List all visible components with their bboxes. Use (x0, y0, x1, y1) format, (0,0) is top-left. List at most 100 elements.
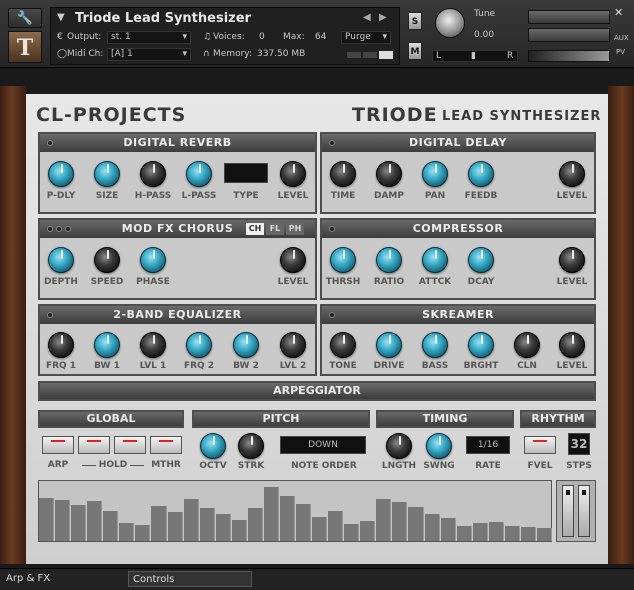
sequencer-step[interactable] (279, 496, 295, 541)
purge-menu[interactable]: Purge ▾ (341, 31, 391, 44)
sequencer-step[interactable] (456, 526, 472, 541)
arp-octv-knob[interactable] (200, 433, 226, 459)
sequencer-slider-2[interactable] (578, 485, 590, 537)
sequencer-step[interactable] (488, 522, 504, 541)
reverb-type-display[interactable] (224, 163, 268, 183)
skr-bass-knob[interactable] (422, 332, 448, 358)
max-voices-value[interactable]: 64 (315, 32, 326, 42)
close-icon[interactable]: ✕ (614, 6, 623, 19)
sequencer-step[interactable] (536, 528, 552, 541)
skr-tone-knob[interactable] (330, 332, 356, 358)
pv-label[interactable]: PV (616, 48, 625, 56)
reverb-hpass-knob[interactable] (140, 161, 166, 187)
comp-thrsh-knob[interactable] (330, 247, 356, 273)
sequencer-step[interactable] (87, 501, 103, 541)
sequencer-step[interactable] (344, 524, 360, 541)
arp-strk-knob[interactable] (238, 433, 264, 459)
eq-power-led[interactable] (47, 312, 53, 318)
sequencer-step[interactable] (296, 504, 312, 541)
hold-pad-1[interactable] (78, 436, 110, 454)
pan-handle-icon[interactable]: ▮ (471, 51, 476, 61)
sequencer-step[interactable] (215, 514, 231, 541)
sequencer-step[interactable] (504, 526, 520, 541)
sequencer-slider-1[interactable] (562, 485, 574, 537)
sequencer-step[interactable] (247, 508, 263, 541)
tab-arp-fx[interactable]: Arp & FX (6, 571, 50, 587)
delay-pan-knob[interactable] (422, 161, 448, 187)
rate-display[interactable]: 1/16 (466, 436, 510, 454)
sequencer-step[interactable] (103, 511, 119, 541)
skr-cln-knob[interactable] (514, 332, 540, 358)
wrench-icon[interactable]: 🔧 (8, 8, 42, 28)
eq-bw2-knob[interactable] (233, 332, 259, 358)
skr-level-knob[interactable] (559, 332, 585, 358)
fvel-pad[interactable] (524, 436, 556, 454)
sequencer-step[interactable] (376, 499, 392, 541)
arp-swng-knob[interactable] (426, 433, 452, 459)
reverb-pdly-knob[interactable] (48, 161, 74, 187)
eq-frq1-knob[interactable] (48, 332, 74, 358)
compressor-power-led[interactable] (329, 226, 335, 232)
chorus-mode-ph[interactable]: PH (286, 223, 304, 235)
comp-attck-knob[interactable] (422, 247, 448, 273)
sequencer-step[interactable] (440, 518, 456, 541)
sequencer-step[interactable] (360, 521, 376, 541)
comp-level-knob[interactable] (559, 247, 585, 273)
mthr-pad[interactable] (150, 436, 182, 454)
solo-button[interactable]: S (408, 12, 422, 30)
sequencer-step[interactable] (55, 500, 71, 541)
sequencer-step[interactable] (520, 527, 536, 541)
skr-drive-knob[interactable] (376, 332, 402, 358)
comp-dcay-knob[interactable] (468, 247, 494, 273)
sequencer-step[interactable] (71, 505, 87, 541)
skr-brght-knob[interactable] (468, 332, 494, 358)
skreamer-power-led[interactable] (329, 312, 335, 318)
instrument-name[interactable]: Triode Lead Synthesizer (75, 11, 251, 26)
reverb-power-led[interactable] (47, 140, 53, 146)
chorus-phase-knob[interactable] (140, 247, 166, 273)
volume-slider[interactable] (528, 50, 610, 62)
arpeggiator-header[interactable]: ARPEGGIATOR (38, 381, 596, 401)
sequencer-step[interactable] (312, 517, 328, 541)
chorus-mode-fl[interactable]: FL (266, 223, 284, 235)
sequencer-step[interactable] (167, 512, 183, 541)
collapse-arrow-icon[interactable]: ▼ (57, 12, 65, 23)
comp-ratio-knob[interactable] (376, 247, 402, 273)
delay-time-knob[interactable] (330, 161, 356, 187)
sequencer-step[interactable] (135, 525, 151, 541)
arp-lngth-knob[interactable] (386, 433, 412, 459)
chorus-depth-knob[interactable] (48, 247, 74, 273)
reverb-lpass-knob[interactable] (186, 161, 212, 187)
note-order-display[interactable]: DOWN (280, 436, 366, 454)
next-instrument-icon[interactable]: ▶ (379, 12, 387, 23)
sequencer-step[interactable] (151, 506, 167, 541)
eq-frq2-knob[interactable] (186, 332, 212, 358)
delay-feedb-knob[interactable] (468, 161, 494, 187)
pan-slider[interactable]: L ▮ R (432, 50, 518, 62)
sequencer-step[interactable] (408, 507, 424, 541)
output-select[interactable]: st. 1 ▾ (107, 31, 191, 44)
eq-lvl1-knob[interactable] (140, 332, 166, 358)
sequencer-step[interactable] (392, 502, 408, 541)
tune-knob[interactable] (435, 8, 465, 38)
midi-channel-select[interactable]: [A] 1 ▾ (107, 48, 191, 61)
arp-on-pad[interactable] (42, 436, 74, 454)
chorus-power-led[interactable] (47, 226, 53, 232)
delay-power-led[interactable] (329, 140, 335, 146)
aux-label[interactable]: AUX (614, 34, 629, 42)
sequencer-step[interactable] (39, 498, 55, 541)
sequencer-step[interactable] (199, 508, 215, 541)
tab-controls[interactable]: Controls (128, 571, 252, 587)
step-sequencer[interactable] (38, 480, 552, 542)
delay-level-knob[interactable] (559, 161, 585, 187)
reverb-level-knob[interactable] (280, 161, 306, 187)
sequencer-step[interactable] (183, 499, 199, 541)
mute-button[interactable]: M (408, 42, 422, 60)
sequencer-step[interactable] (472, 523, 488, 541)
delay-damp-knob[interactable] (376, 161, 402, 187)
eq-lvl2-knob[interactable] (280, 332, 306, 358)
chorus-speed-knob[interactable] (94, 247, 120, 273)
sequencer-step[interactable] (424, 514, 440, 541)
sequencer-step[interactable] (231, 520, 247, 541)
sequencer-step[interactable] (263, 487, 279, 541)
